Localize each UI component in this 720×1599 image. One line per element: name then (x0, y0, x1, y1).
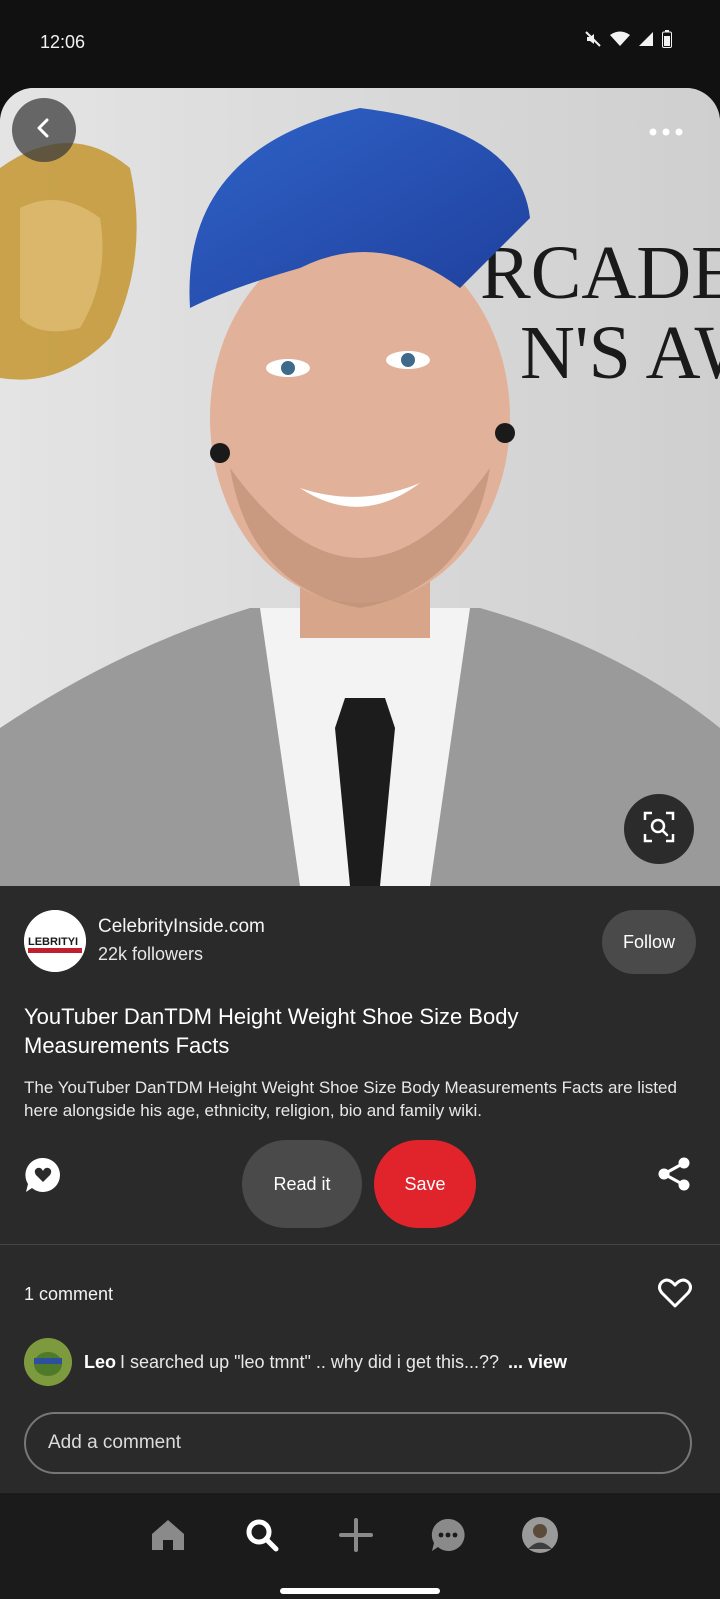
status-icons (584, 30, 672, 48)
create-icon[interactable] (334, 1513, 378, 1557)
source-name[interactable]: CelebrityInside.com (98, 916, 265, 938)
comment-username[interactable]: Leo (84, 1352, 116, 1372)
more-options-button[interactable] (634, 110, 698, 154)
home-indicator[interactable] (280, 1588, 440, 1594)
svg-text:N'S AW: N'S AW (520, 311, 720, 395)
source-followers: 22k followers (98, 944, 204, 964)
messages-icon[interactable] (426, 1513, 470, 1557)
comment-view-more[interactable]: ... view (508, 1352, 567, 1372)
status-bar: 12:06 (0, 0, 720, 88)
source-logo[interactable]: LEBRITYI (24, 910, 86, 972)
home-icon[interactable] (146, 1513, 190, 1557)
svg-text:RCADE: RCADE (480, 231, 720, 315)
search-icon[interactable] (240, 1513, 284, 1557)
comment-body: I searched up "leo tmnt" .. why did i ge… (120, 1351, 499, 1372)
divider (0, 1244, 720, 1245)
svg-text:LEBRITYI: LEBRITYI (28, 936, 78, 948)
commenter-avatar[interactable] (24, 1338, 72, 1386)
mute-icon (584, 30, 602, 48)
add-comment-field[interactable]: Add a comment (24, 1412, 692, 1474)
lens-search-icon (642, 810, 676, 849)
comment-icon[interactable] (24, 1156, 64, 1196)
more-options-icon (649, 123, 683, 141)
visual-search-button[interactable] (624, 794, 694, 864)
pin-details-panel: LEBRITYI CelebrityInside.com 22k followe… (0, 886, 720, 1493)
share-icon[interactable] (656, 1156, 696, 1196)
follow-button[interactable]: Follow (602, 910, 696, 974)
pin-description: The YouTuber DanTDM Height Weight Shoe S… (24, 1078, 677, 1120)
pin-title: YouTuber DanTDM Height Weight Shoe Size … (24, 1004, 519, 1058)
pin-photo: RCADE N'S AW (0, 88, 720, 886)
wifi-icon (610, 31, 630, 47)
back-button[interactable] (12, 98, 76, 162)
signal-icon (638, 31, 654, 47)
comment-text-block: Leo I searched up "leo tmnt" .. why did i… (84, 1352, 567, 1373)
save-button[interactable]: Save (374, 1140, 476, 1228)
chevron-left-icon (33, 117, 55, 144)
pin-image[interactable]: RCADE N'S AW (0, 88, 720, 886)
status-time: 12:06 (40, 32, 86, 52)
read-it-button[interactable]: Read it (242, 1140, 362, 1228)
comments-count: 1 comment (24, 1284, 114, 1304)
comment-item: Leo I searched up "leo tmnt" .. why did i… (24, 1338, 567, 1386)
heart-icon[interactable] (658, 1278, 694, 1310)
profile-avatar[interactable] (518, 1513, 562, 1557)
bottom-nav (0, 1493, 720, 1599)
battery-icon (662, 30, 672, 48)
